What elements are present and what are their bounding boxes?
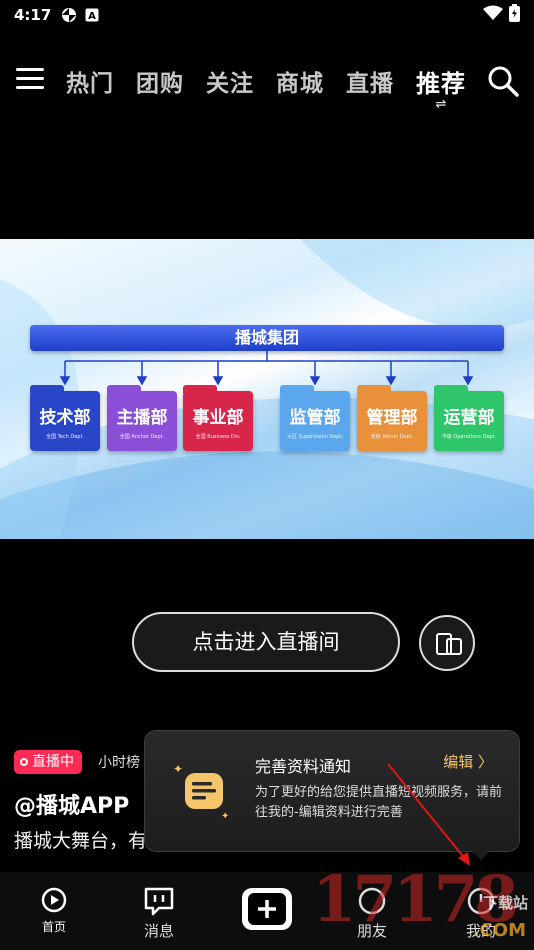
search-icon[interactable] [486, 64, 520, 98]
tab-mall[interactable]: 商城 [276, 64, 324, 99]
plus-icon [248, 893, 286, 925]
tab-live[interactable]: 直播 [346, 64, 394, 99]
message-icon [144, 887, 174, 916]
svg-text:✦: ✦ [221, 811, 229, 822]
home-play-icon [41, 887, 67, 913]
add-content-button[interactable] [242, 888, 292, 930]
tab-groupbuy[interactable]: 团购 [136, 64, 184, 99]
dept-admin: 管理部 省级 Admin Dept. [357, 385, 427, 451]
swap-icon: ⇌ [435, 97, 447, 112]
profile-icon [467, 887, 495, 915]
friends-icon [358, 887, 386, 915]
bottom-nav: 首页 消息 朋友 我的 [0, 872, 534, 950]
anchor-name[interactable]: @播城APP [14, 788, 129, 820]
status-bar: 4:17 A [0, 0, 534, 30]
dept-anchor: 主播部 全国 Anchor Dept. [107, 385, 177, 451]
dept-operations: 运营部 市级 Operations Dept. [434, 385, 504, 451]
svg-text:✦: ✦ [173, 762, 183, 776]
popup-title: 完善资料通知 [255, 757, 352, 776]
tab-following[interactable]: 关注 [206, 64, 254, 99]
battery-icon [509, 4, 520, 22]
dept-business: 事业部 全国 Business Div. [183, 385, 253, 451]
menu-icon[interactable] [16, 68, 44, 92]
tab-bar: 热门 团购 关注 商城 直播 推荐 ⇌ [66, 64, 466, 111]
nav-messages[interactable]: 消息 [129, 886, 189, 941]
dept-tech: 技术部 全国 Tech Dept. [30, 385, 100, 451]
live-description: 播城大舞台，有 [14, 830, 148, 852]
annotation-arrow [387, 763, 470, 866]
a-icon: A [85, 8, 99, 22]
tab-recommend[interactable]: 推荐 [416, 70, 466, 98]
nav-home-label: 首页 [41, 920, 66, 934]
rotate-screen-icon [436, 633, 462, 655]
nav-friends[interactable]: 朋友 [342, 886, 402, 941]
nav-me-label: 我的 [465, 922, 496, 940]
nav-home[interactable]: 首页 [24, 886, 84, 935]
group-title: 播城集团 [30, 325, 504, 351]
live-dot-icon [20, 758, 28, 766]
enter-live-room-button[interactable]: 点击进入直播间 [132, 612, 400, 672]
profile-card-icon: ✦ ✦ [173, 762, 229, 822]
rotate-screen-button[interactable] [419, 615, 475, 671]
status-time: 4:17 [14, 6, 52, 24]
org-chart-banner[interactable]: 播城集团 技术部 全国 Tech Dept. 主播部 全国 Anchor Dep… [0, 239, 534, 539]
live-badge-label: 直播中 [32, 754, 74, 770]
dept-supervision: 监管部 大区 Supervision Dept. [280, 385, 350, 451]
wifi-icon [483, 5, 503, 20]
tab-hot[interactable]: 热门 [66, 64, 114, 99]
pinwheel-icon [62, 8, 77, 22]
top-nav: 热门 团购 关注 商城 直播 推荐 ⇌ [0, 58, 534, 111]
svg-text:A: A [88, 11, 96, 22]
hourly-rank-link[interactable]: 小时榜 [98, 752, 140, 772]
nav-me[interactable]: 我的 [451, 886, 511, 941]
nav-friends-label: 朋友 [356, 922, 387, 940]
live-status-badge: 直播中 [14, 750, 82, 774]
nav-messages-label: 消息 [143, 922, 174, 940]
